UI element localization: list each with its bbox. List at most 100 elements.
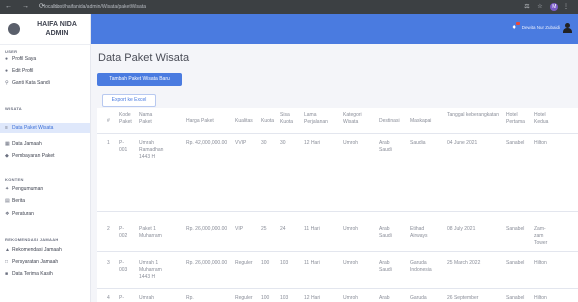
- column-header: Sisa Kuota: [280, 112, 294, 125]
- cell-price: Rp. 26,000,000.00: [186, 226, 228, 232]
- row-divider: [97, 288, 578, 289]
- column-header: Maskapai: [410, 118, 432, 124]
- sidebar-item-data-terima-kasih[interactable]: ■ Data Terima Kasih: [5, 269, 85, 279]
- column-header: Kualitas: [235, 118, 253, 124]
- user-edit-icon: ●: [5, 68, 9, 74]
- sidebar-section-rekomendasi: REKOMENDASI JAMAAH: [5, 237, 59, 242]
- cell-quota: 25: [261, 226, 267, 232]
- cell-quality: Reguler: [235, 260, 253, 266]
- cell-hotel-1: Sanabel: [506, 260, 525, 266]
- sidebar-item-peraturan[interactable]: ❖ Peraturan: [5, 209, 85, 219]
- key-icon: ⚲: [5, 80, 9, 86]
- cell-date: 08 July 2021: [447, 226, 476, 232]
- browser-toolbar: ← → ⟳ ⌂ localhost/haifanida/admin/Wisata…: [0, 0, 578, 14]
- cell-code: P-: [119, 295, 124, 301]
- cell-airline: Garuda: [410, 295, 427, 301]
- cell-code: P-003: [119, 260, 128, 273]
- cell-date: 25 March 2022: [447, 260, 481, 266]
- user-icon: ●: [5, 56, 9, 62]
- thanks-icon: ■: [5, 271, 9, 277]
- address-bar[interactable]: localhost/haifanida/admin/Wisata/paketWi…: [44, 3, 514, 11]
- sidebar-item-berita[interactable]: ▤ Berita: [5, 196, 85, 206]
- column-header: Tanggal keberangkatan: [447, 112, 499, 118]
- column-header: #: [107, 118, 110, 124]
- sidebar-item-persyaratan-jamaah[interactable]: □ Persyaratan Jamaah: [5, 257, 85, 267]
- sidebar-item-profil-saya[interactable]: ● Profil Saya: [5, 54, 85, 64]
- brand-name: HAIFA NIDA ADMIN: [37, 21, 77, 37]
- sidebar-item-pembayaran-paket[interactable]: ◆ Pembayaran Paket: [5, 151, 85, 161]
- gavel-icon: ❖: [5, 211, 10, 217]
- cell-hotel-1: Sanabel: [506, 226, 525, 232]
- cell-category: Umroh: [343, 226, 359, 232]
- cell-destination: Arab Saudi: [379, 140, 392, 153]
- table-icon: ▦: [5, 141, 10, 147]
- cell-airline: Garuda Indonesia: [410, 260, 432, 273]
- avatar[interactable]: [563, 23, 572, 33]
- cell-remaining: 30: [280, 140, 286, 146]
- cell-duration: 11 Hari: [304, 260, 320, 266]
- brand-logo-icon: [8, 23, 20, 35]
- sidebar-item-data-paket-wisata[interactable]: ≡ Data Paket Wisata: [0, 123, 90, 133]
- cell-date: 26 September: [447, 295, 479, 301]
- cell-name: Paket 1 Muharram: [139, 226, 162, 239]
- brand[interactable]: HAIFA NIDA ADMIN: [0, 14, 90, 45]
- megaphone-icon: ✦: [5, 186, 10, 192]
- sidebar-item-edit-profil[interactable]: ● Edit Profil: [5, 66, 85, 76]
- cell-price: Rp. 42,000,000.00: [186, 140, 228, 146]
- cell-hotel-2: Zam-zam Tower: [534, 226, 548, 246]
- column-header: Harga Paket: [186, 118, 214, 124]
- cell-category: Umroh: [343, 295, 359, 301]
- doc-icon: □: [5, 259, 9, 265]
- column-header: Kode Paket: [119, 112, 132, 125]
- cell-duration: 12 Hari: [304, 295, 321, 301]
- cell-price: Rp. 26,000,000.00: [186, 260, 228, 266]
- export-excel-button[interactable]: Export ke Excel: [102, 94, 156, 107]
- column-header: Destinasi: [379, 118, 400, 124]
- money-icon: ◆: [5, 153, 9, 159]
- browser-profile-avatar[interactable]: M: [550, 3, 559, 11]
- sidebar-item-ganti-kata-sandi[interactable]: ⚲ Ganti Kata Sandi: [5, 78, 85, 88]
- sidebar-item-pengumuman[interactable]: ✦ Pengumuman: [5, 184, 85, 194]
- cell-quality: VVIP: [235, 140, 247, 146]
- sidebar: HAIFA NIDA ADMIN USER ● Profil Saya ● Edit…: [0, 14, 91, 302]
- cell-name: Umrah 1 Muharram 1443 H: [139, 260, 162, 280]
- cell-remaining: 103: [280, 260, 289, 266]
- browser-actions[interactable]: ⚖ ☆ M ⋮: [524, 3, 572, 11]
- cell-hotel-2: Hilton: [534, 140, 547, 146]
- row-divider: [97, 211, 578, 212]
- header-divider: [97, 133, 578, 134]
- column-header: Kategori Wisata: [343, 112, 362, 125]
- cell-airline: Saudia: [410, 140, 426, 146]
- sidebar-item-rekomendasi-jamaah[interactable]: ▲ Rekomendasi Jamaah: [5, 245, 85, 255]
- column-header: Kuota: [261, 118, 275, 124]
- sidebar-section-wisata: WISATA: [5, 106, 22, 111]
- cell-airline: Etihad Airways: [410, 226, 428, 239]
- cell-date: 04 June 2021: [447, 140, 478, 146]
- cell-index: 3: [107, 260, 110, 266]
- newspaper-icon: ▤: [5, 198, 10, 204]
- cell-destination: Arab Saudi: [379, 260, 392, 273]
- column-header: Hotel Pertama: [506, 112, 525, 125]
- bell-icon[interactable]: ♦: [512, 22, 521, 31]
- cell-name: Umrah: [139, 295, 155, 301]
- cell-remaining: 103: [280, 295, 289, 301]
- cell-destination: Arab Saudi: [379, 226, 392, 239]
- cell-index: 1: [107, 140, 110, 146]
- cell-category: Umroh: [343, 260, 359, 266]
- column-header: Hotel Kedua: [534, 112, 549, 125]
- column-header: Lama Perjalanan: [304, 112, 328, 125]
- topbar: ♦ Dewita Nur Zubaidi: [91, 14, 578, 44]
- sidebar-item-data-jamaah[interactable]: ▦ Data Jamaah: [5, 139, 85, 149]
- cell-duration: 12 Hari: [304, 140, 321, 146]
- cell-hotel-2: Hilton: [534, 260, 547, 266]
- cell-index: 4: [107, 295, 110, 301]
- cell-quota: 30: [261, 140, 267, 146]
- row-divider: [97, 251, 578, 252]
- cell-quality: VIP: [235, 226, 244, 232]
- cell-hotel-1: Sanabel: [506, 140, 525, 146]
- topbar-user-name[interactable]: Dewita Nur Zubaidi: [522, 25, 560, 30]
- add-package-button[interactable]: Tambah Paket Wisata Baru: [97, 73, 182, 86]
- notification-badge: [516, 22, 521, 25]
- sidebar-section-konten: KONTEN: [5, 177, 24, 182]
- cell-name: Umrah Ramadhan 1443 H: [139, 140, 164, 160]
